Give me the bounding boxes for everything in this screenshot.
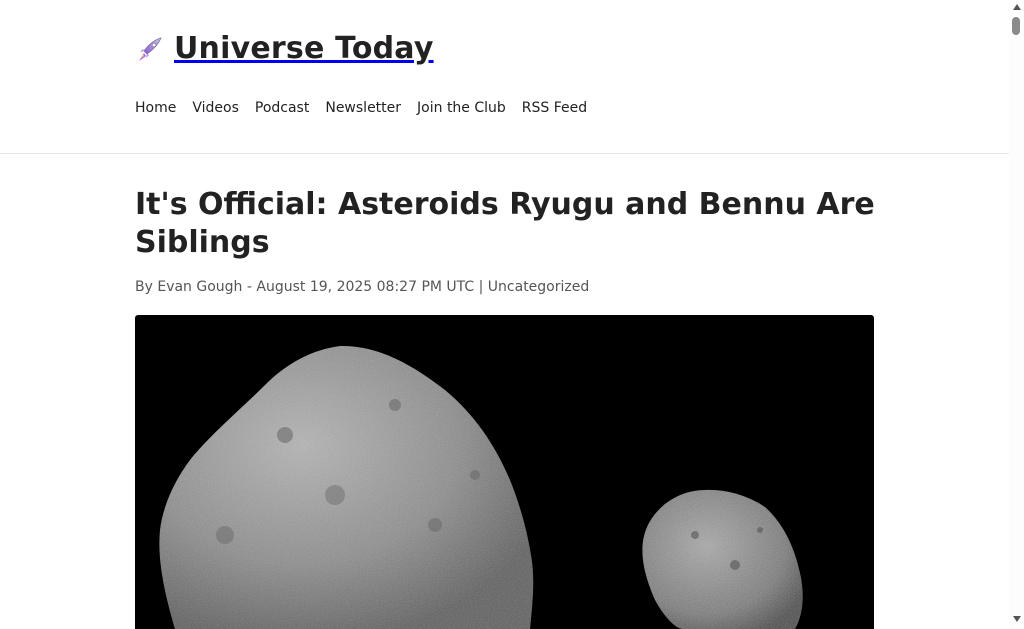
- byline-prefix: By: [135, 279, 153, 295]
- byline-separator: -: [246, 279, 252, 295]
- site-brand-link[interactable]: Universe Today: [135, 31, 434, 66]
- nav-item-join-the-club[interactable]: Join the Club: [417, 100, 506, 116]
- article-byline: By Evan Gough - August 19, 2025 08:27 PM…: [135, 279, 589, 295]
- page: Universe Today Home Videos Podcast Newsl…: [0, 0, 1009, 629]
- nav-item-rss-feed[interactable]: RSS Feed: [522, 100, 587, 116]
- site-header: Universe Today Home Videos Podcast Newsl…: [0, 0, 1009, 154]
- category-link[interactable]: Uncategorized: [488, 279, 589, 295]
- article-title: It's Official: Asteroids Ryugu and Bennu…: [135, 187, 875, 260]
- hero-image: [135, 315, 874, 629]
- byline-divider: |: [478, 279, 484, 295]
- nav-item-videos[interactable]: Videos: [192, 100, 239, 116]
- site-title: Universe Today: [174, 31, 434, 66]
- author-link[interactable]: Evan Gough: [157, 279, 242, 295]
- rocket-icon: [135, 32, 165, 66]
- ryugu-asteroid: [159, 345, 534, 629]
- nav-item-home[interactable]: Home: [135, 100, 176, 116]
- publish-date: August 19, 2025 08:27 PM UTC: [256, 279, 475, 295]
- scrollbar-thumb[interactable]: [1012, 17, 1020, 35]
- bennu-asteroid: [642, 489, 803, 629]
- vertical-scrollbar[interactable]: [1009, 0, 1024, 629]
- nav-item-podcast[interactable]: Podcast: [255, 100, 309, 116]
- scroll-up-arrow-icon[interactable]: [1013, 4, 1021, 10]
- scroll-down-arrow-icon[interactable]: [1013, 616, 1021, 622]
- nav-item-newsletter[interactable]: Newsletter: [325, 100, 401, 116]
- main-nav: Home Videos Podcast Newsletter Join the …: [135, 100, 603, 116]
